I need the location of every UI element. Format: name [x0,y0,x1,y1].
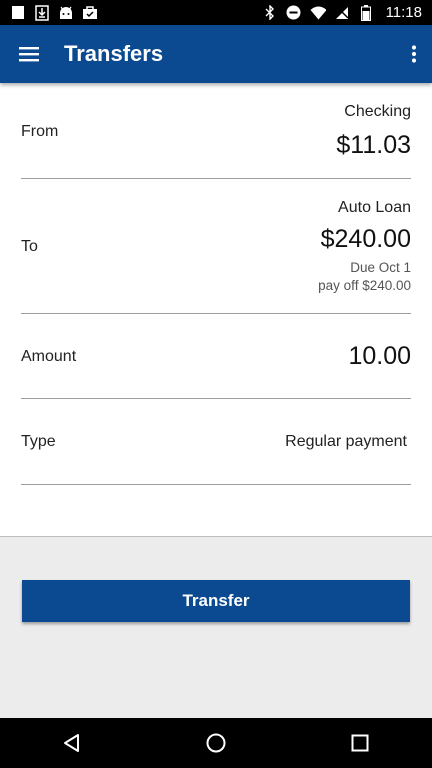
recents-button[interactable] [330,718,390,768]
from-account-name: Checking [344,103,411,120]
page-title: Transfers [64,41,164,66]
status-bar-right: 11:18 [262,4,422,21]
payoff-amount: pay off $240.00 [318,278,411,293]
from-label: From [21,123,59,140]
transfer-button[interactable]: Transfer [22,580,410,622]
battery-icon [358,4,374,21]
amount-value[interactable]: 10.00 [348,341,411,371]
navigation-bar [0,718,432,768]
from-row[interactable]: From Checking $11.03 [21,83,411,179]
to-label: To [21,238,38,255]
status-bar-left [10,4,98,21]
menu-button[interactable] [0,25,58,83]
shopping-bag-icon [82,5,98,21]
home-button[interactable] [186,718,246,768]
transfer-form-card: From Checking $11.03 To Auto Loan $240.0… [0,83,432,537]
bluetooth-icon [262,5,278,21]
overflow-menu-button[interactable] [396,25,432,83]
to-row[interactable]: To Auto Loan $240.00 Due Oct 1 pay off $… [21,178,411,314]
amount-label: Amount [21,348,77,365]
due-date: Due Oct 1 [350,260,411,275]
from-account-balance: $11.03 [336,131,411,159]
hamburger-menu-icon [19,47,39,62]
type-row[interactable]: Type Regular payment [21,398,411,485]
home-circle-icon [206,733,226,753]
to-account-balance: $240.00 [320,225,411,253]
android-icon [58,5,74,21]
to-account: Auto Loan $240.00 Due Oct 1 pay off $240… [318,198,411,295]
recents-square-icon [351,734,369,752]
to-account-name: Auto Loan [338,199,411,216]
type-label: Type [21,433,56,450]
app-bar: Transfers [0,25,432,83]
amount-row[interactable]: Amount 10.00 [21,313,411,399]
download-icon [34,4,50,21]
status-time: 11:18 [385,4,422,21]
do-not-disturb-icon [286,5,302,21]
payment-type-value[interactable]: Regular payment [285,433,407,451]
status-bar: 11:18 [0,0,432,25]
more-vert-icon [411,45,417,63]
notification-icon [10,5,26,21]
back-button[interactable] [42,718,102,768]
no-sim-icon [334,5,350,21]
wifi-icon [310,5,326,21]
from-account: Checking $11.03 [336,102,411,160]
back-triangle-icon [64,734,79,752]
